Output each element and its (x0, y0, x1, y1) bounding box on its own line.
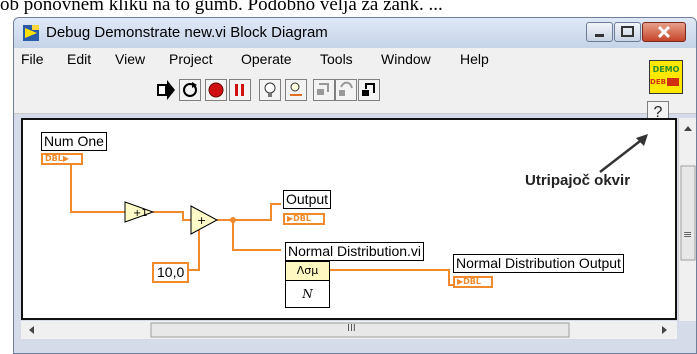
maximize-button[interactable] (614, 22, 641, 42)
pause-button[interactable] (229, 79, 251, 101)
labview-app-icon (23, 25, 39, 41)
retain-wire-values-button[interactable] (285, 79, 307, 101)
retain-values-icon (290, 82, 302, 96)
output-indicator[interactable]: ▶DBL (283, 213, 325, 225)
normal-n-label: N (302, 287, 313, 301)
run-button[interactable] (154, 79, 176, 101)
normal-output-type: DBL (463, 277, 481, 286)
title-bar[interactable]: Debug Demonstrate new.vi Block Diagram (14, 18, 696, 48)
wires: +1 + (70, 165, 453, 286)
close-button[interactable] (642, 22, 686, 42)
step-over-icon (339, 81, 353, 96)
step-out-icon (362, 83, 375, 96)
add-node[interactable]: + (190, 205, 219, 235)
menu-operate[interactable]: Operate (241, 51, 292, 67)
normal-distribution-vi-label: Normal Distribution.vi (285, 242, 425, 261)
minimize-button[interactable] (586, 22, 613, 42)
minimize-icon (595, 34, 604, 37)
normal-distribution-symbol: Λσμ (286, 262, 329, 281)
num-one-label: Num One (41, 132, 107, 151)
toolbar (14, 70, 696, 114)
lightbulb-icon (264, 82, 276, 97)
window-title: Debug Demonstrate new.vi Block Diagram (46, 24, 328, 41)
step-into-icon (317, 83, 329, 95)
vi-connector-icon: DEMO DEB (650, 61, 682, 93)
normal-distribution-output-indicator[interactable]: ▶DBL (453, 276, 493, 288)
svg-text:DEB: DEB (650, 78, 666, 86)
menu-file[interactable]: File (21, 51, 44, 67)
menu-view[interactable]: View (115, 51, 145, 67)
increment-node[interactable]: +1 (124, 201, 155, 223)
step-into-button[interactable] (313, 79, 335, 101)
menu-help[interactable]: Help (460, 51, 489, 67)
constant-10[interactable]: 10,0 (152, 262, 190, 283)
normal-distribution-vi-node[interactable]: Λσμ N (285, 261, 330, 308)
output-type: DBL (293, 214, 311, 223)
blinking-frame-annotation: Utripajoč okvir (525, 172, 631, 189)
menu-edit[interactable]: Edit (67, 51, 91, 67)
maximize-icon (621, 26, 634, 37)
vertical-scroll-arrows (680, 126, 696, 261)
menu-window[interactable]: Window (381, 51, 431, 67)
step-over-button[interactable] (335, 79, 357, 101)
document-text-line: ob ponovnem kliku na to gumb. Podobno ve… (0, 0, 443, 15)
abort-button[interactable] (205, 79, 227, 101)
stop-icon (208, 82, 224, 98)
svg-text:+: + (197, 214, 206, 227)
output-label: Output (283, 190, 332, 209)
close-icon (657, 25, 671, 39)
highlight-execution-button[interactable] (259, 79, 281, 101)
svg-text:+1: +1 (133, 208, 148, 219)
svg-text:DEMO: DEMO (653, 65, 680, 74)
vi-icon[interactable]: DEMO DEB (649, 60, 683, 94)
menu-tools[interactable]: Tools (320, 51, 353, 67)
step-out-button[interactable] (358, 79, 380, 101)
block-diagram-canvas[interactable]: +1 + Num One DBL▶ 10,0 Output ▶DBL Norma… (21, 118, 677, 320)
run-arrow-icon (157, 80, 175, 100)
menu-bar: File Edit View Project Operate Tools Win… (14, 48, 696, 70)
normal-distribution-output-label: Normal Distribution Output (453, 254, 624, 273)
vertical-scroll-grip: ≡ (683, 228, 693, 241)
num-one-type: DBL (45, 154, 63, 163)
horizontal-scrollbar[interactable]: III (21, 321, 677, 339)
vertical-scrollbar[interactable]: ≡ (678, 118, 696, 321)
run-continuously-icon (183, 82, 197, 97)
horizontal-scroll-grip: III (347, 323, 356, 334)
num-one-control[interactable]: DBL▶ (41, 153, 83, 165)
annotation-arrow (599, 134, 648, 173)
pause-icon (235, 84, 244, 96)
run-continuously-button[interactable] (179, 79, 201, 101)
menu-project[interactable]: Project (169, 51, 213, 67)
